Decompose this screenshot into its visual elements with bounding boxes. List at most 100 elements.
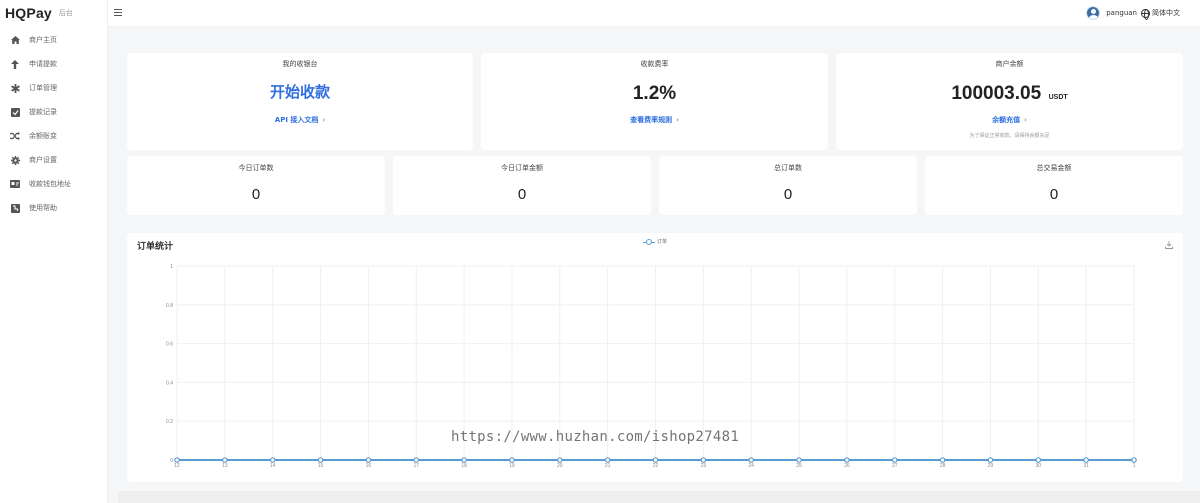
card-icon xyxy=(10,179,20,189)
balance-note: 为了保证正常收款，请保持余额充足 xyxy=(969,133,1050,139)
sidebar-item-label: 订单管理 xyxy=(29,84,57,92)
x-tick-label: 15 xyxy=(318,463,324,469)
home-icon xyxy=(10,35,20,45)
balance-value: 100003.05 xyxy=(951,83,1042,104)
sidebar-item-label: 提款记录 xyxy=(29,108,57,116)
sidebar-menu: 商户主页 申请提款 订单管理 提款记录 余额账变 商户设置 收款钱包地址 使用帮… xyxy=(0,28,107,220)
data-point xyxy=(844,457,850,463)
data-point xyxy=(461,457,467,463)
brand-name: HQPay xyxy=(5,5,52,21)
x-tick-label: 20 xyxy=(557,463,563,469)
x-tick-label: 23 xyxy=(701,463,707,469)
y-tick-label: 0.4 xyxy=(166,380,173,386)
x-tick-label: 29 xyxy=(988,463,994,469)
chevron-right-icon: › xyxy=(676,116,679,124)
sidebar-item-label: 商户主页 xyxy=(29,36,57,44)
stat-title: 今日订单数 xyxy=(238,164,274,172)
rate-rules-link[interactable]: 查看费率规则 › xyxy=(481,115,828,125)
avatar xyxy=(1086,6,1101,20)
api-docs-link[interactable]: API 接入文档 › xyxy=(127,115,473,125)
start-collect-button[interactable]: 开始收款 xyxy=(127,81,473,102)
asterisk-icon xyxy=(10,83,20,93)
card-title: 我的收银台 xyxy=(282,60,318,68)
sidebar-item-help[interactable]: 使用帮助 xyxy=(0,196,107,220)
download-icon[interactable] xyxy=(1165,241,1173,249)
data-point xyxy=(413,457,420,463)
recharge-label: 余额充值 xyxy=(992,116,1021,124)
data-point xyxy=(269,457,276,463)
chart-legend[interactable]: 订单 xyxy=(643,238,667,245)
data-point xyxy=(987,457,994,463)
x-tick-label: 26 xyxy=(844,463,850,469)
rate-card: 收款费率 1.2% 查看费率规则 › xyxy=(481,53,828,150)
x-tick-label: 18 xyxy=(461,463,467,469)
data-point xyxy=(174,457,180,463)
x-tick-label: 16 xyxy=(366,463,372,469)
data-point xyxy=(796,457,802,463)
sidebar-item-merchant-home[interactable]: 商户主页 xyxy=(0,28,107,52)
balance-card: 商户余额 100003.05 USDT 余额充值 › 为了保证正常收款，请保持余额… xyxy=(836,53,1183,150)
watermark-text: https://www.huzhan.com/ishop27481 xyxy=(451,429,740,445)
gear-icon xyxy=(10,155,20,165)
sidebar-item-merchant-settings[interactable]: 商户设置 xyxy=(0,148,107,172)
data-point xyxy=(1131,457,1137,463)
chevron-right-icon: › xyxy=(1024,116,1027,124)
username: panguan xyxy=(1106,9,1137,17)
legend-line-icon xyxy=(643,238,655,245)
sidebar-item-label: 商户设置 xyxy=(29,156,57,164)
data-point xyxy=(509,457,515,463)
language-switcher[interactable]: 简体中文 xyxy=(1141,8,1180,20)
data-point xyxy=(317,457,324,463)
data-point xyxy=(1083,457,1089,463)
sidebar-item-label: 余额账变 xyxy=(29,132,57,140)
data-point xyxy=(939,457,946,463)
sidebar-item-withdraw-records[interactable]: 提款记录 xyxy=(0,100,107,124)
x-tick-label: 24 xyxy=(748,463,754,469)
data-point xyxy=(891,457,898,463)
data-point xyxy=(652,457,659,463)
user-menu[interactable]: panguan xyxy=(1086,6,1137,20)
recharge-link[interactable]: 余额充值 › xyxy=(836,115,1183,125)
globe-icon xyxy=(1141,8,1150,20)
menu-toggle-icon[interactable] xyxy=(114,9,122,16)
x-tick-label: 25 xyxy=(796,463,802,469)
chart-title: 订单统计 xyxy=(137,242,174,252)
stat-card-total-amount: 总交易金额 0 xyxy=(925,156,1183,215)
x-tick-label: 19 xyxy=(509,463,515,469)
sidebar-item-withdraw-apply[interactable]: 申请提款 xyxy=(0,52,107,76)
x-tick-label: 28 xyxy=(940,463,946,469)
arrow-up-icon xyxy=(10,59,20,69)
language-label: 简体中文 xyxy=(1152,9,1180,17)
sidebar-item-wallet-address[interactable]: 收款钱包地址 xyxy=(0,172,107,196)
workbench-card: 我的收银台 开始收款 API 接入文档 › xyxy=(127,53,473,150)
card-title: 收款费率 xyxy=(640,60,669,68)
sidebar-item-orders[interactable]: 订单管理 xyxy=(0,76,107,100)
stat-card-today-amount: 今日订单金额 0 xyxy=(393,156,651,215)
brand[interactable]: HQPay 后台 xyxy=(0,0,107,26)
sidebar-item-balance-changes[interactable]: 余额账变 xyxy=(0,124,107,148)
brand-sub: 后台 xyxy=(58,9,73,17)
api-docs-label: API 接入文档 xyxy=(274,116,319,124)
x-tick-label: 14 xyxy=(270,463,276,469)
x-tick-label: 1 xyxy=(1133,463,1136,469)
stat-card-today-orders: 今日订单数 0 xyxy=(127,156,385,215)
stat-value: 0 xyxy=(251,186,261,203)
x-tick-label: 22 xyxy=(653,463,659,469)
help-book-icon xyxy=(10,203,20,213)
stat-title: 总订单数 xyxy=(774,164,802,172)
footer-bar xyxy=(118,491,1200,503)
data-point xyxy=(1035,457,1042,463)
data-point xyxy=(365,457,372,463)
x-tick-label: 21 xyxy=(605,463,611,469)
stat-value: 0 xyxy=(517,186,527,203)
check-square-icon xyxy=(10,107,20,117)
stat-title: 今日订单金额 xyxy=(501,164,543,172)
balance-row: 100003.05 USDT xyxy=(836,83,1183,105)
y-tick-label: 0 xyxy=(170,458,173,464)
sidebar-item-label: 申请提款 xyxy=(29,60,57,68)
y-tick-label: 0.8 xyxy=(166,303,173,309)
shuffle-icon xyxy=(10,131,20,141)
data-point xyxy=(604,457,611,463)
rate-rules-label: 查看费率规则 xyxy=(630,116,673,124)
x-tick-label: 31 xyxy=(1083,463,1089,469)
